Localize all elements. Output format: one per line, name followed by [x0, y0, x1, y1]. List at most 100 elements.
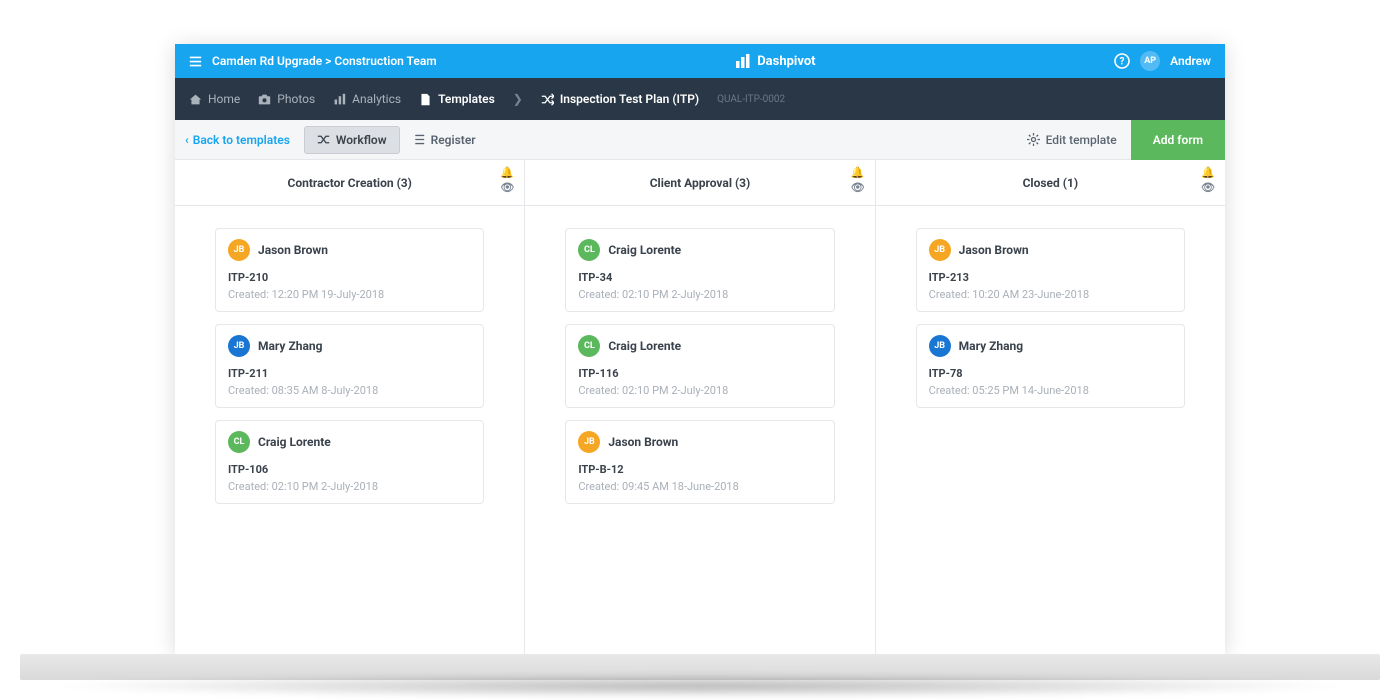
edit-template[interactable]: Edit template	[1027, 133, 1117, 147]
eye-icon[interactable]: 👁	[500, 181, 514, 194]
form-card[interactable]: JB Mary Zhang ITP-211 Created: 08:35 AM 8-J…	[215, 324, 484, 408]
form-card[interactable]: CL Craig Lorente ITP-34 Created: 02:10 PM 2…	[565, 228, 834, 312]
author-name: Jason Brown	[258, 243, 328, 257]
topbar: Camden Rd Upgrade > Construction Team Da…	[175, 44, 1225, 78]
svg-text:?: ?	[1120, 57, 1125, 68]
bell-icon[interactable]: 🔔	[851, 166, 865, 179]
author-name: Jason Brown	[959, 243, 1029, 257]
nav-templates-label: Templates	[438, 92, 495, 106]
toolbar: ‹ Back to templates Workflow Register Ed…	[175, 120, 1225, 160]
chevron-right-icon: ❯	[513, 92, 523, 106]
author-name: Craig Lorente	[258, 435, 331, 449]
workflow-column: Closed (1) 🔔 👁 JB Jason Brown ITP-213 Created:…	[876, 160, 1225, 654]
form-code: ITP-211	[228, 367, 471, 380]
author-avatar: JB	[929, 335, 951, 357]
author-avatar: CL	[578, 239, 600, 261]
device-stand	[20, 654, 1380, 700]
camera-icon	[258, 93, 271, 106]
view-workflow-label: Workflow	[336, 133, 387, 147]
nav-photos[interactable]: Photos	[258, 92, 315, 106]
form-created: Created: 10:20 AM 23-June-2018	[929, 288, 1172, 301]
column-header: Contractor Creation (3) 🔔 👁	[175, 160, 524, 206]
form-code: ITP-B-12	[578, 463, 821, 476]
form-card[interactable]: JB Jason Brown ITP-210 Created: 12:20 PM 19…	[215, 228, 484, 312]
form-card[interactable]: JB Jason Brown ITP-B-12 Created: 09:45 AM 1…	[565, 420, 834, 504]
column-title: Closed (1)	[1023, 176, 1078, 190]
back-to-templates[interactable]: ‹ Back to templates	[185, 133, 290, 147]
nav-photos-label: Photos	[277, 92, 315, 106]
app-window: Camden Rd Upgrade > Construction Team Da…	[175, 44, 1225, 654]
list-icon	[412, 133, 425, 146]
help-icon[interactable]: ?	[1114, 53, 1130, 69]
author-avatar: JB	[929, 239, 951, 261]
author-avatar: CL	[228, 431, 250, 453]
form-created: Created: 02:10 PM 2-July-2018	[578, 384, 821, 397]
author-avatar: CL	[578, 335, 600, 357]
form-code: ITP-78	[929, 367, 1172, 380]
eye-icon[interactable]: 👁	[1201, 181, 1215, 194]
chevron-left-icon: ‹	[185, 133, 189, 147]
add-form-button[interactable]: Add form	[1131, 120, 1225, 160]
breadcrumb[interactable]: Camden Rd Upgrade > Construction Team	[212, 54, 437, 68]
workflow-board: Contractor Creation (3) 🔔 👁 JB Jason Brown IT…	[175, 160, 1225, 654]
form-code: ITP-210	[228, 271, 471, 284]
form-card[interactable]: CL Craig Lorente ITP-106 Created: 02:10 PM …	[215, 420, 484, 504]
form-created: Created: 12:20 PM 19-July-2018	[228, 288, 471, 301]
form-created: Created: 09:45 AM 18-June-2018	[578, 480, 821, 493]
nav-templates[interactable]: Templates	[419, 92, 495, 106]
shuffle-icon	[541, 93, 554, 106]
view-workflow[interactable]: Workflow	[304, 126, 400, 154]
form-created: Created: 05:25 PM 14-June-2018	[929, 384, 1172, 397]
form-code: ITP-116	[578, 367, 821, 380]
breadcrumb-template[interactable]: Inspection Test Plan (ITP)	[541, 92, 699, 106]
form-created: Created: 02:10 PM 2-July-2018	[228, 480, 471, 493]
nav-home[interactable]: Home	[189, 92, 240, 106]
edit-template-label: Edit template	[1046, 133, 1117, 147]
add-form-label: Add form	[1153, 133, 1203, 147]
workflow-column: Client Approval (3)🔔👁CLCraig LorenteITP-…	[525, 160, 875, 654]
column-title: Client Approval (3)	[650, 176, 751, 190]
card-list: CL Craig Lorente ITP-34 Created: 02:10 PM 2…	[525, 206, 874, 526]
bell-icon[interactable]: 🔔	[1201, 166, 1215, 179]
navbar: Home Photos Analytics Templates ❯ Inspec…	[175, 78, 1225, 120]
form-code: ITP-34	[578, 271, 821, 284]
author-name: Mary Zhang	[258, 339, 322, 353]
shuffle-icon	[317, 133, 330, 146]
author-avatar: JB	[228, 335, 250, 357]
view-register-label: Register	[431, 133, 476, 147]
chart-icon	[333, 93, 346, 106]
author-name: Jason Brown	[608, 435, 678, 449]
back-label: Back to templates	[193, 133, 290, 147]
nav-home-label: Home	[208, 92, 240, 106]
breadcrumb-template-label: Inspection Test Plan (ITP)	[560, 92, 699, 106]
form-code: ITP-106	[228, 463, 471, 476]
user-name[interactable]: Andrew	[1170, 54, 1211, 68]
file-icon	[419, 93, 432, 106]
form-card[interactable]: JB Jason Brown ITP-213 Created: 10:20 AM 23…	[916, 228, 1185, 312]
logo-icon	[735, 54, 751, 68]
column-header: Closed (1) 🔔 👁	[876, 160, 1225, 206]
nav-analytics-label: Analytics	[352, 92, 401, 106]
menu-icon[interactable]	[189, 55, 202, 68]
form-card[interactable]: JBMary ZhangITP-78Created: 05:25 PM 14-J…	[916, 324, 1185, 408]
bell-icon[interactable]: 🔔	[500, 166, 514, 179]
form-code: ITP-213	[929, 271, 1172, 284]
card-list: JB Jason Brown ITP-213 Created: 10:20 AM 23…	[876, 206, 1225, 430]
form-created: Created: 08:35 AM 8-July-2018	[228, 384, 471, 397]
card-list: JB Jason Brown ITP-210 Created: 12:20 PM 19…	[175, 206, 524, 526]
view-register[interactable]: Register	[400, 127, 488, 153]
author-avatar: JB	[578, 431, 600, 453]
home-icon	[189, 93, 202, 106]
form-card[interactable]: CLCraig LorenteITP-116Created: 02:10 PM …	[565, 324, 834, 408]
column-title: Contractor Creation (3)	[287, 176, 411, 190]
user-avatar[interactable]: AP	[1140, 51, 1160, 71]
nav-analytics[interactable]: Analytics	[333, 92, 401, 106]
form-created: Created: 02:10 PM 2-July-2018	[578, 288, 821, 301]
workflow-column: Contractor Creation (3) 🔔 👁 JB Jason Brown IT…	[175, 160, 525, 654]
brand: Dashpivot	[437, 54, 1114, 69]
author-name: Craig Lorente	[608, 243, 681, 257]
eye-icon[interactable]: 👁	[851, 181, 865, 194]
brand-name: Dashpivot	[757, 54, 815, 69]
author-avatar: JB	[228, 239, 250, 261]
gear-icon	[1027, 133, 1040, 146]
